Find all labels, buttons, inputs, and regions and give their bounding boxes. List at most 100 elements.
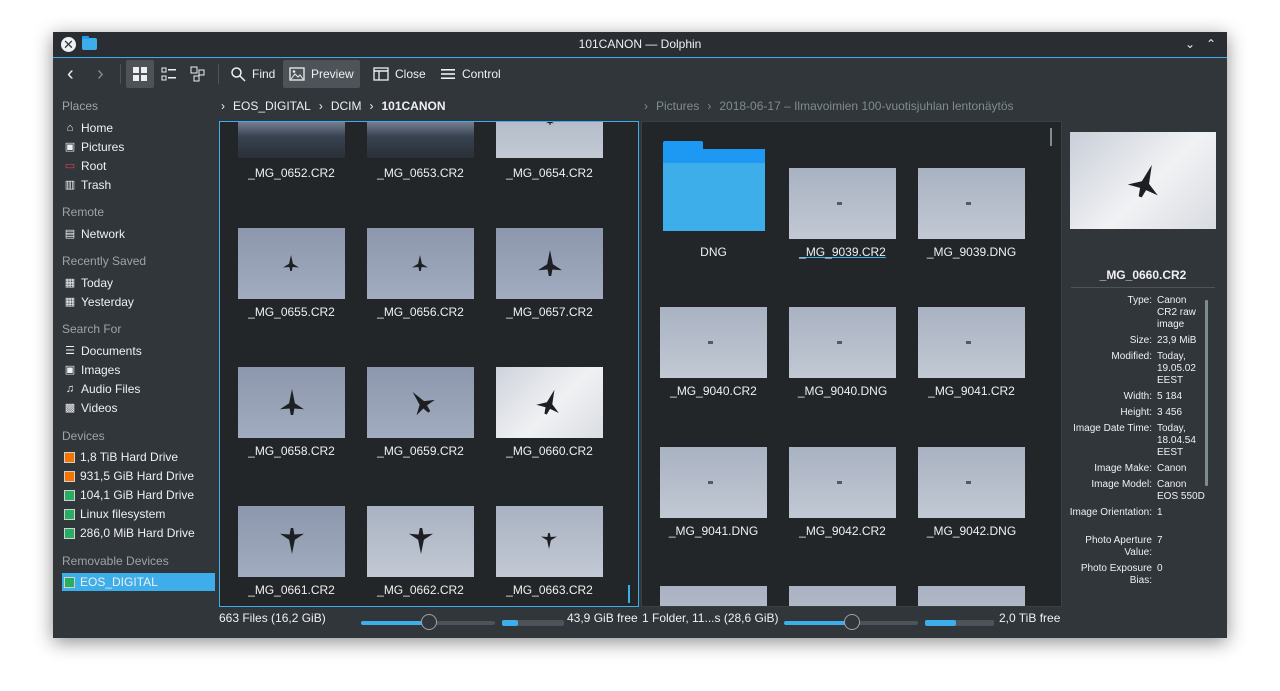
sidebar-item-device[interactable]: 931,5 GiB Hard Drive: [62, 467, 215, 485]
jet-silhouette: [541, 533, 557, 549]
sidebar-item-videos[interactable]: ▩ Videos: [62, 399, 215, 417]
folder-name: DNG: [700, 245, 727, 259]
jet-silhouette: [534, 386, 565, 419]
meta-value: 23,9 MiB: [1157, 335, 1197, 346]
meta-value: Canon EOS 550D: [1157, 479, 1205, 502]
file-name: _MG_0654.CR2: [506, 166, 593, 180]
file-name: _MG_0663.CR2: [506, 583, 593, 597]
minimize-icon[interactable]: ⌄: [1181, 35, 1199, 53]
sidebar-item-network[interactable]: ▤ Network: [62, 225, 215, 243]
hard-drive-icon: [64, 470, 75, 482]
file-thumbnail: [789, 447, 896, 518]
breadcrumb-item[interactable]: DCIM: [331, 99, 362, 113]
sidebar-item-pictures[interactable]: ▣ Pictures: [62, 138, 215, 156]
left-zoom-handle[interactable]: [421, 614, 437, 630]
sidebar-item-eos-digital[interactable]: EOS_DIGITAL: [62, 573, 215, 591]
sidebar-item-device[interactable]: 104,1 GiB Hard Drive: [62, 486, 215, 504]
sidebar-item-yesterday[interactable]: ▦ Yesterday: [62, 293, 215, 311]
sidebar-item-device[interactable]: 1,8 TiB Hard Drive: [62, 448, 215, 466]
meta-key: Photo Aperture Value:: [1085, 535, 1152, 558]
icons-view-button[interactable]: [126, 60, 154, 88]
toolbar-separator: [218, 64, 219, 84]
sidebar-item-images[interactable]: ▣ Images: [62, 361, 215, 379]
documents-icon: ☰: [65, 345, 75, 357]
meta-key: Height:: [1120, 407, 1152, 418]
search-icon: [231, 67, 246, 82]
close-split-button[interactable]: Close: [367, 60, 432, 88]
jet-silhouette: [966, 202, 971, 205]
left-breadcrumb: › EOS_DIGITAL › DCIM › 101CANON: [221, 98, 446, 114]
file-name: _MG_0662.CR2: [377, 583, 464, 597]
sidebar-item-label: Audio Files: [81, 382, 141, 396]
close-label: Close: [395, 67, 426, 81]
breadcrumb-current[interactable]: 2018-06-17 – Ilmavoimien 100-vuotisjuhla…: [719, 99, 1013, 113]
sidebar-item-label: 104,1 GiB Hard Drive: [80, 488, 195, 502]
breadcrumb-separator: ›: [707, 99, 712, 113]
jet-silhouette: [708, 481, 713, 484]
meta-value: 3 456: [1157, 407, 1183, 418]
find-label: Find: [252, 67, 276, 81]
sidebar-item-device[interactable]: 286,0 MiB Hard Drive: [62, 524, 215, 542]
jet-silhouette: [412, 255, 428, 271]
left-scrollbar[interactable]: [628, 585, 630, 603]
right-breadcrumb: › Pictures › 2018-06-17 – Ilmavoimien 10…: [644, 98, 1014, 114]
meta-key: Image Date Time:: [1073, 423, 1152, 434]
compact-view-button[interactable]: [155, 60, 183, 88]
right-scrollbar[interactable]: [1050, 128, 1052, 146]
breadcrumb-item[interactable]: Pictures: [656, 99, 699, 113]
file-thumbnail: [660, 447, 767, 518]
sidebar-item-label: 286,0 MiB Hard Drive: [80, 526, 195, 540]
right-file-view[interactable]: DNG _MG_9039.CR2 _MG_9039.DNG _MG_9040.C…: [641, 121, 1062, 607]
sidebar-item-home[interactable]: ⌂ Home: [62, 119, 215, 137]
preview-button[interactable]: Preview: [283, 60, 360, 88]
file-thumbnail: [918, 447, 1025, 518]
sidebar-item-device[interactable]: Linux filesystem: [62, 505, 215, 523]
right-zoom-handle[interactable]: [844, 614, 860, 630]
details-view-button[interactable]: [184, 60, 212, 88]
forward-button[interactable]: ›: [91, 60, 110, 88]
file-name: _MG_0653.CR2: [377, 166, 464, 180]
breadcrumb-separator: ›: [369, 99, 374, 113]
jet-silhouette: [966, 481, 971, 484]
meta-key: Type:: [1127, 295, 1152, 306]
file-name: _MG_9039.DNG: [926, 245, 1017, 259]
maximize-icon[interactable]: ⌃: [1202, 35, 1220, 53]
sidebar-item-audio-files[interactable]: ♫ Audio Files: [62, 380, 215, 398]
control-button[interactable]: Control: [434, 60, 507, 88]
sidebar-item-label: Trash: [81, 178, 112, 192]
breadcrumb-current[interactable]: 101CANON: [381, 99, 445, 113]
file-name: _MG_0657.CR2: [506, 305, 593, 319]
meta-value: Canon CR2 raw image: [1157, 295, 1196, 330]
meta-key: Width:: [1123, 391, 1152, 402]
meta-value: 5 184: [1157, 391, 1183, 402]
left-file-view[interactable]: _MG_0652.CR2 _MG_0653.CR2 _MG_0654.CR2 _…: [219, 121, 639, 607]
jet-silhouette: [280, 389, 304, 415]
sidebar-item-today[interactable]: ▦ Today: [62, 274, 215, 292]
remote-section-title: Remote: [62, 205, 105, 219]
find-button[interactable]: Find: [224, 60, 281, 88]
sidebar-item-trash[interactable]: ▥ Trash: [62, 176, 215, 194]
file-name: _MG_9041.DNG: [668, 524, 759, 538]
places-sidebar: Places ⌂ Home ▣ Pictures ▭ Root ▥ Trash Remo…: [53, 90, 219, 600]
breadcrumb-item[interactable]: EOS_DIGITAL: [233, 99, 311, 113]
back-button[interactable]: ‹: [61, 60, 80, 88]
meta-value: 7: [1157, 535, 1163, 546]
file-thumbnail: [660, 307, 767, 378]
breadcrumb-separator: ›: [318, 99, 323, 113]
file-name: _MG_9040.DNG: [797, 384, 888, 398]
file-thumbnail: [789, 168, 896, 239]
meta-key: Image Model:: [1091, 479, 1152, 490]
file-name: _MG_0660.CR2: [506, 444, 593, 458]
dolphin-window: ✕ 101CANON — Dolphin ⌄ ⌃ ‹ › Find Previe…: [53, 32, 1227, 638]
meta-key: Image Orientation:: [1069, 507, 1152, 518]
meta-key: Photo Exposure Bias:: [1080, 563, 1152, 586]
sidebar-item-label: Images: [81, 363, 121, 377]
sidebar-item-root[interactable]: ▭ Root: [62, 157, 215, 175]
breadcrumb-separator: ›: [644, 99, 648, 113]
file-thumbnail: [367, 506, 474, 577]
file-thumbnail: [660, 586, 767, 606]
file-name: _MG_0658.CR2: [248, 444, 335, 458]
sidebar-item-documents[interactable]: ☰ Documents: [62, 342, 215, 360]
file-name: _MG_0655.CR2: [248, 305, 335, 319]
file-thumbnail: [918, 586, 1025, 606]
